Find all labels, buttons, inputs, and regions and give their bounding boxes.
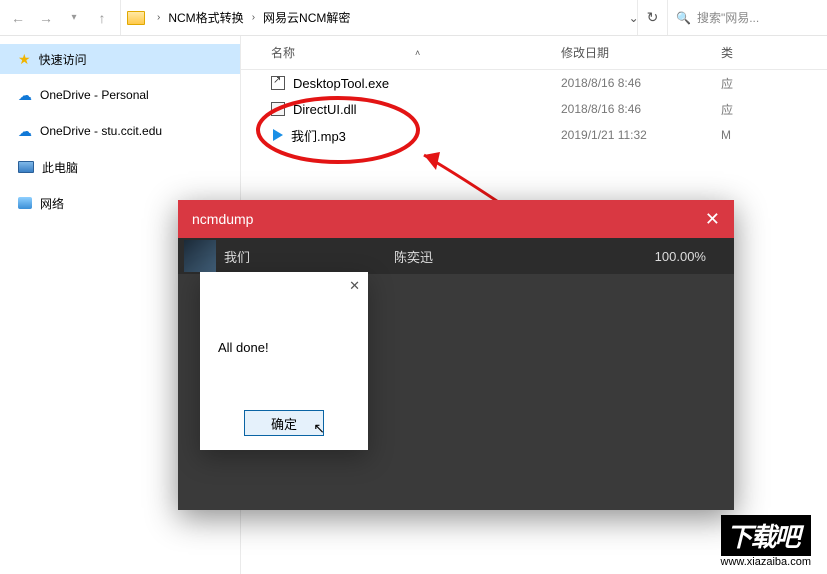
file-name-label: DesktopTool.exe xyxy=(293,76,389,91)
file-type: 应 xyxy=(721,101,827,118)
cursor-icon: ↖ xyxy=(313,420,325,437)
audio-icon xyxy=(273,129,283,141)
sidebar-item-onedrive-personal[interactable]: ☁ OneDrive - Personal xyxy=(0,80,240,110)
close-icon[interactable]: ✕ xyxy=(349,278,360,294)
search-icon: 🔍 xyxy=(676,11,691,25)
progress-percent: 100.00% xyxy=(655,249,706,264)
file-row[interactable]: DesktopTool.exe 2018/8/16 8:46 应 xyxy=(241,70,827,96)
dll-icon xyxy=(271,102,285,116)
sidebar-item-onedrive-school[interactable]: ☁ OneDrive - stu.ccit.edu xyxy=(0,116,240,146)
song-name: 我们 xyxy=(224,247,394,266)
nav-up-icon[interactable]: ↑ xyxy=(88,4,116,32)
ncmdump-title: ncmdump xyxy=(192,211,253,227)
pc-icon xyxy=(18,161,34,173)
sidebar-item-label: OneDrive - stu.ccit.edu xyxy=(40,124,162,138)
file-name-label: DirectUI.dll xyxy=(293,102,357,117)
breadcrumb-item[interactable]: 网易云NCM解密 xyxy=(261,9,352,26)
sidebar-item-label: 此电脑 xyxy=(42,159,78,176)
network-icon xyxy=(18,197,32,209)
ncmdump-titlebar[interactable]: ncmdump ✕ xyxy=(178,200,734,238)
col-name[interactable]: 名称 xyxy=(271,44,295,61)
breadcrumb[interactable]: › NCM格式转换 › 网易云NCM解密 xyxy=(120,0,637,35)
close-icon[interactable]: ✕ xyxy=(705,209,720,230)
search-placeholder: 搜索"网易... xyxy=(697,9,759,26)
dropdown-caret-icon[interactable]: ⌄ xyxy=(629,11,639,25)
column-headers[interactable]: 名称 ˄ 修改日期 类 xyxy=(241,36,827,70)
file-type: M xyxy=(721,128,827,142)
sidebar-item-quickaccess[interactable]: ★ 快速访问 xyxy=(0,44,240,74)
sidebar-item-label: 快速访问 xyxy=(39,51,87,68)
search-input[interactable]: 🔍 搜索"网易... xyxy=(667,0,827,35)
sort-caret-icon: ˄ xyxy=(415,48,420,58)
file-date: 2019/1/21 11:32 xyxy=(561,128,721,142)
chevron-right-icon: › xyxy=(246,12,261,23)
artist-name: 陈奕迅 xyxy=(394,247,594,266)
file-date: 2018/8/16 8:46 xyxy=(561,102,721,116)
file-name-label: 我们.mp3 xyxy=(291,126,346,145)
refresh-icon[interactable]: ↻ xyxy=(647,9,659,26)
sidebar-item-label: OneDrive - Personal xyxy=(40,88,149,102)
breadcrumb-item[interactable]: NCM格式转换 xyxy=(166,9,245,26)
sidebar-item-label: 网络 xyxy=(40,195,64,212)
col-date[interactable]: 修改日期 xyxy=(561,44,721,61)
col-type[interactable]: 类 xyxy=(721,44,827,61)
cloud-icon: ☁ xyxy=(18,123,32,140)
address-bar: ← → ▾ ↑ › NCM格式转换 › 网易云NCM解密 ⌄ ↻ 🔍 搜索"网易… xyxy=(0,0,827,36)
alldone-dialog: ✕ All done! 确定 ↖ xyxy=(200,272,368,450)
exe-icon xyxy=(271,76,285,90)
alldone-message: All done! xyxy=(218,340,269,355)
file-row[interactable]: DirectUI.dll 2018/8/16 8:46 应 xyxy=(241,96,827,122)
star-icon: ★ xyxy=(18,51,31,68)
ok-button-label: 确定 xyxy=(271,414,297,433)
file-date: 2018/8/16 8:46 xyxy=(561,76,721,90)
watermark-badge: 下载吧 xyxy=(721,515,811,556)
chevron-right-icon: › xyxy=(151,12,166,23)
nav-back-icon[interactable]: ← xyxy=(4,4,32,32)
cloud-icon: ☁ xyxy=(18,87,32,104)
folder-icon xyxy=(127,11,145,25)
file-type: 应 xyxy=(721,75,827,92)
album-thumbnail xyxy=(184,240,216,272)
file-row[interactable]: 我们.mp3 2019/1/21 11:32 M xyxy=(241,122,827,148)
watermark-url: www.xiazaiba.com xyxy=(721,556,811,568)
watermark: 下载吧 www.xiazaiba.com xyxy=(721,515,811,568)
nav-recent-icon[interactable]: ▾ xyxy=(60,4,88,32)
nav-fwd-icon[interactable]: → xyxy=(32,4,60,32)
sidebar-item-thispc[interactable]: 此电脑 xyxy=(0,152,240,182)
ncmdump-row[interactable]: 我们 陈奕迅 100.00% xyxy=(178,238,734,274)
ok-button[interactable]: 确定 ↖ xyxy=(244,410,324,436)
